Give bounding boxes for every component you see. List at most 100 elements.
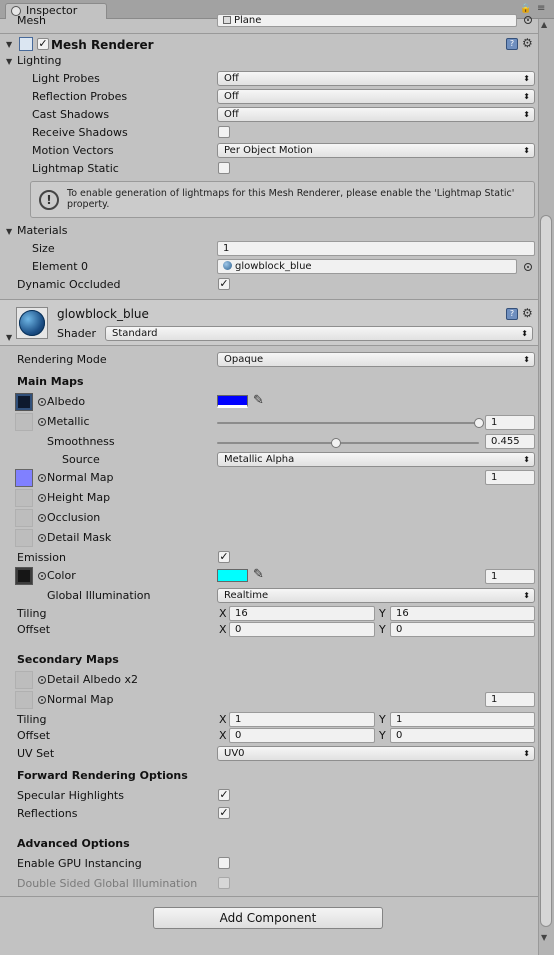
element-0-field[interactable]: glowblock_blue xyxy=(217,259,517,274)
eyedropper-icon[interactable]: ✎ xyxy=(253,393,264,408)
detail-mask-texture-slot[interactable] xyxy=(15,529,33,547)
detail-albedo-texture-slot[interactable] xyxy=(15,671,33,689)
source-dropdown[interactable]: Metallic Alpha ⬍ xyxy=(217,452,535,467)
foldout-materials-icon[interactable]: ▼ xyxy=(6,227,12,237)
secondary-tiling-x-field[interactable]: 1 xyxy=(229,712,375,727)
main-offset-x-field[interactable]: 0 xyxy=(229,622,375,637)
albedo-texture-slot[interactable] xyxy=(15,393,33,411)
materials-header: Materials xyxy=(17,224,68,237)
emission-intensity-field[interactable]: 1 xyxy=(485,569,535,584)
emission-checkbox[interactable]: ✓ xyxy=(218,551,230,563)
receive-shadows-label: Receive Shadows xyxy=(32,126,128,139)
secondary-tiling-x-value: 1 xyxy=(235,714,242,725)
secondary-normal-map-value-field[interactable]: 1 xyxy=(485,692,535,707)
emission-color-swatch[interactable] xyxy=(217,569,248,582)
foldout-material-icon[interactable]: ▼ xyxy=(6,333,12,343)
help-box: ! To enable generation of lightmaps for … xyxy=(30,181,535,218)
emission-color-texture-slot[interactable] xyxy=(15,567,33,585)
occlusion-texture-slot[interactable] xyxy=(15,509,33,527)
light-probes-dropdown[interactable]: Off ⬍ xyxy=(217,71,535,86)
main-offset-y-field[interactable]: 0 xyxy=(390,622,535,637)
mesh-renderer-icon xyxy=(19,37,33,51)
element-0-object-picker-icon[interactable] xyxy=(524,263,532,271)
main-tiling-y-label: Y xyxy=(379,607,386,620)
scroll-down-icon[interactable]: ▼ xyxy=(541,933,547,942)
normal-map-value-field[interactable]: 1 xyxy=(485,470,535,485)
secondary-offset-x-field[interactable]: 0 xyxy=(229,728,375,743)
detail-albedo-label: Detail Albedo x2 xyxy=(47,673,138,686)
mesh-field[interactable]: Plane xyxy=(217,14,517,27)
secondary-tiling-y-value: 1 xyxy=(396,714,403,725)
secondary-normal-map-picker-icon[interactable] xyxy=(38,696,46,704)
dropdown-arrow-icon: ⬍ xyxy=(523,110,530,119)
albedo-picker-icon[interactable] xyxy=(38,398,46,406)
uv-set-dropdown[interactable]: UV0 ⬍ xyxy=(217,746,535,761)
secondary-normal-map-texture-slot[interactable] xyxy=(15,691,33,709)
reflections-checkbox[interactable]: ✓ xyxy=(218,807,230,819)
tab-menu-icon[interactable]: ≡ xyxy=(537,3,545,14)
scrollbar-thumb[interactable] xyxy=(540,215,552,927)
advanced-options-header: Advanced Options xyxy=(17,837,130,850)
emission-color-picker-icon[interactable] xyxy=(38,572,46,580)
mesh-object-picker-icon[interactable] xyxy=(524,16,532,24)
occlusion-label: Occlusion xyxy=(47,511,101,524)
height-map-label: Height Map xyxy=(47,491,111,504)
secondary-tiling-y-field[interactable]: 1 xyxy=(390,712,535,727)
mesh-renderer-enabled-checkbox[interactable]: ✓ xyxy=(37,38,49,50)
height-map-texture-slot[interactable] xyxy=(15,489,33,507)
material-settings-gear-icon[interactable]: ⚙ xyxy=(522,306,533,320)
foldout-mesh-renderer-icon[interactable]: ▼ xyxy=(6,40,12,50)
detail-mask-label: Detail Mask xyxy=(47,531,112,544)
emission-eyedropper-icon[interactable]: ✎ xyxy=(253,567,264,582)
scroll-up-icon[interactable]: ▲ xyxy=(541,20,547,29)
main-offset-x-label: X xyxy=(219,623,227,636)
shader-dropdown[interactable]: Standard ⬍ xyxy=(105,326,533,341)
dynamic-occluded-checkbox[interactable]: ✓ xyxy=(218,278,230,290)
foldout-lighting-icon[interactable]: ▼ xyxy=(6,57,12,67)
smoothness-slider-track[interactable] xyxy=(217,442,479,444)
global-illumination-dropdown[interactable]: Realtime ⬍ xyxy=(217,588,535,603)
height-map-picker-icon[interactable] xyxy=(38,494,46,502)
main-tiling-x-field[interactable]: 16 xyxy=(229,606,375,621)
lock-icon[interactable]: 🔒 xyxy=(520,4,531,14)
cast-shadows-value: Off xyxy=(224,109,239,120)
specular-highlights-checkbox[interactable]: ✓ xyxy=(218,789,230,801)
normal-map-picker-icon[interactable] xyxy=(38,474,46,482)
metallic-picker-icon[interactable] xyxy=(38,418,46,426)
dropdown-arrow-icon: ⬍ xyxy=(523,355,530,364)
dropdown-arrow-icon: ⬍ xyxy=(523,146,530,155)
albedo-color-swatch[interactable] xyxy=(217,395,248,408)
help-icon[interactable]: ? xyxy=(506,38,518,50)
material-help-icon[interactable]: ? xyxy=(506,308,518,320)
secondary-offset-label: Offset xyxy=(17,729,51,742)
normal-map-texture-slot[interactable] xyxy=(15,469,33,487)
materials-size-field[interactable]: 1 xyxy=(217,241,535,256)
main-tiling-y-field[interactable]: 16 xyxy=(390,606,535,621)
smoothness-slider-knob[interactable] xyxy=(331,438,342,448)
cast-shadows-dropdown[interactable]: Off ⬍ xyxy=(217,107,535,122)
reflection-probes-dropdown[interactable]: Off ⬍ xyxy=(217,89,535,104)
secondary-offset-x-value: 0 xyxy=(235,730,242,741)
dropdown-arrow-icon: ⬍ xyxy=(523,74,530,83)
lightmap-static-checkbox[interactable] xyxy=(218,162,230,174)
settings-gear-icon[interactable]: ⚙ xyxy=(522,36,533,50)
metallic-slider-track[interactable] xyxy=(217,422,479,424)
smoothness-value-field[interactable]: 0.455 xyxy=(485,434,535,449)
receive-shadows-checkbox[interactable] xyxy=(218,126,230,138)
gpu-instancing-checkbox[interactable] xyxy=(218,857,230,869)
metallic-texture-slot[interactable] xyxy=(15,413,33,431)
dropdown-arrow-icon: ⬍ xyxy=(523,92,530,101)
secondary-tiling-label: Tiling xyxy=(17,713,47,726)
metallic-slider-knob[interactable] xyxy=(474,418,484,428)
add-component-button[interactable]: Add Component xyxy=(153,907,383,929)
mesh-label: Mesh xyxy=(17,14,46,27)
rendering-mode-dropdown[interactable]: Opaque ⬍ xyxy=(217,352,535,367)
lightmap-static-label: Lightmap Static xyxy=(32,162,119,175)
metallic-value-field[interactable]: 1 xyxy=(485,415,535,430)
detail-mask-picker-icon[interactable] xyxy=(38,534,46,542)
occlusion-picker-icon[interactable] xyxy=(38,514,46,522)
detail-albedo-picker-icon[interactable] xyxy=(38,676,46,684)
dynamic-occluded-label: Dynamic Occluded xyxy=(17,278,121,291)
motion-vectors-dropdown[interactable]: Per Object Motion ⬍ xyxy=(217,143,535,158)
secondary-offset-y-field[interactable]: 0 xyxy=(390,728,535,743)
